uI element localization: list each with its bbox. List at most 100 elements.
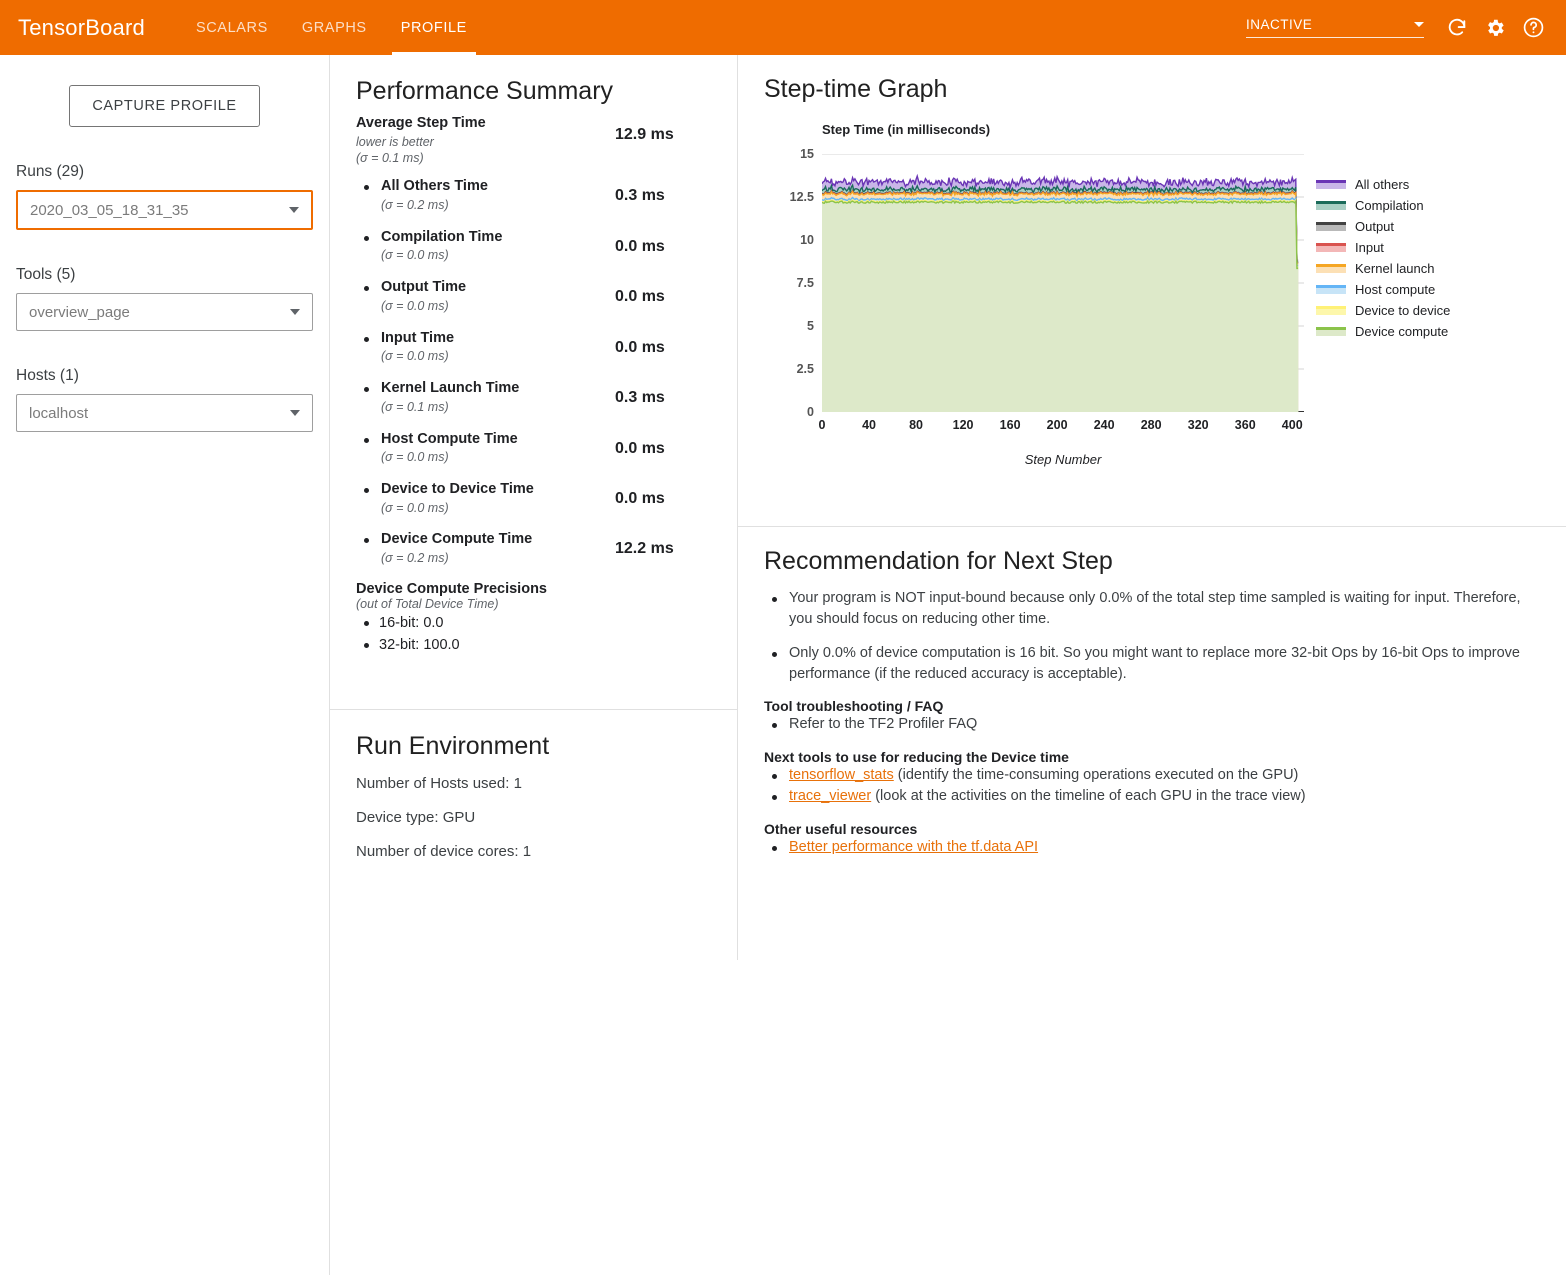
tensorflow-stats-link[interactable]: tensorflow_stats bbox=[789, 767, 894, 783]
recommendation-bullet: Only 0.0% of device computation is 16 bi… bbox=[764, 643, 1540, 684]
resources-list: Better performance with the tf.data API bbox=[764, 837, 1540, 858]
precision-item: 16-bit: 0.0 bbox=[356, 613, 711, 635]
tf-data-api-link[interactable]: Better performance with the tf.data API bbox=[789, 839, 1038, 855]
legend-swatch bbox=[1316, 264, 1346, 273]
tab-graphs[interactable]: GRAPHS bbox=[285, 0, 384, 55]
perf-item-label: Input Time bbox=[381, 329, 601, 349]
perf-item-sigma: (σ = 0.2 ms) bbox=[381, 197, 601, 214]
precision-32bit: 32-bit: 100.0 bbox=[379, 635, 460, 657]
next-tools-list: tensorflow_stats (identify the time-cons… bbox=[764, 765, 1540, 807]
perf-item-sigma: (σ = 0.2 ms) bbox=[381, 550, 601, 567]
run-environment-card: Run Environment Number of Hosts used: 1 … bbox=[330, 710, 737, 899]
perf-item-value: 0.0 ms bbox=[601, 430, 711, 458]
tab-scalars[interactable]: SCALARS bbox=[179, 0, 285, 55]
hosts-select[interactable]: localhost bbox=[16, 394, 313, 432]
bullet-icon bbox=[772, 723, 777, 728]
run-env-cores: Number of device cores: 1 bbox=[356, 843, 711, 860]
chart-ytick: 5 bbox=[807, 319, 814, 333]
chart-xtick: 280 bbox=[1141, 418, 1162, 432]
refresh-icon[interactable] bbox=[1440, 11, 1474, 45]
performance-summary-card: Performance Summary Average Step Time lo… bbox=[330, 55, 737, 710]
main-content: Performance Summary Average Step Time lo… bbox=[330, 55, 1566, 1275]
performance-breakdown-list: All Others Time (σ = 0.2 ms) 0.3 ms Comp… bbox=[356, 177, 711, 567]
average-step-time-hint: lower is better bbox=[356, 134, 601, 151]
hosts-label: Hosts (1) bbox=[16, 367, 313, 385]
chart-xtick: 40 bbox=[862, 418, 876, 432]
chart-xtick: 360 bbox=[1235, 418, 1256, 432]
run-env-device-type: Device type: GPU bbox=[356, 809, 711, 826]
perf-item-sigma: (σ = 0.0 ms) bbox=[381, 298, 601, 315]
perf-item-sigma: (σ = 0.0 ms) bbox=[381, 247, 601, 264]
legend-item[interactable]: Output bbox=[1316, 216, 1450, 237]
trace-viewer-link[interactable]: trace_viewer bbox=[789, 788, 871, 804]
header-actions: INACTIVE bbox=[1246, 11, 1566, 45]
perf-item-value: 0.0 ms bbox=[601, 329, 711, 357]
chart-xtick: 160 bbox=[1000, 418, 1021, 432]
run-env-hosts: Number of Hosts used: 1 bbox=[356, 775, 711, 792]
next-tool-desc: (identify the time-consuming operations … bbox=[894, 767, 1299, 783]
recommendation-card: Recommendation for Next Step Your progra… bbox=[738, 527, 1566, 960]
perf-item-label: Output Time bbox=[381, 278, 601, 298]
perf-item-value: 0.0 ms bbox=[601, 278, 711, 306]
legend-swatch bbox=[1316, 327, 1346, 336]
hosts-selected-value: localhost bbox=[29, 405, 88, 422]
runs-label: Runs (29) bbox=[16, 163, 313, 181]
chevron-down-icon bbox=[289, 207, 299, 213]
step-time-graph-card: Step-time Graph Step Time (in millisecon… bbox=[738, 55, 1566, 527]
perf-item-value: 0.0 ms bbox=[601, 480, 711, 508]
average-step-time-label: Average Step Time bbox=[356, 114, 601, 134]
recommendation-text: Only 0.0% of device computation is 16 bi… bbox=[789, 643, 1540, 684]
bullet-icon bbox=[364, 337, 369, 342]
run-status-select[interactable]: INACTIVE bbox=[1246, 17, 1424, 38]
average-step-time-value: 12.9 ms bbox=[601, 114, 711, 144]
legend-item[interactable]: Device compute bbox=[1316, 321, 1450, 342]
chart-plot-area[interactable]: 02.557.51012.515040801201602002402803203… bbox=[822, 154, 1304, 412]
perf-item: Input Time (σ = 0.0 ms) 0.0 ms bbox=[356, 329, 711, 365]
tab-profile[interactable]: PROFILE bbox=[384, 0, 484, 55]
chevron-down-icon bbox=[1414, 22, 1424, 27]
runs-selected-value: 2020_03_05_18_31_35 bbox=[30, 202, 189, 219]
hosts-field: Hosts (1) localhost bbox=[16, 367, 313, 432]
capture-profile-button[interactable]: CAPTURE PROFILE bbox=[69, 85, 259, 127]
legend-item[interactable]: Compilation bbox=[1316, 195, 1450, 216]
help-icon[interactable] bbox=[1516, 11, 1550, 45]
chart-xtick: 320 bbox=[1188, 418, 1209, 432]
legend-label: Compilation bbox=[1355, 198, 1424, 213]
precisions-title: Device Compute Precisions bbox=[356, 581, 711, 597]
right-column: Step-time Graph Step Time (in millisecon… bbox=[738, 55, 1566, 960]
chart-ytick: 15 bbox=[800, 147, 814, 161]
legend-item[interactable]: Input bbox=[1316, 237, 1450, 258]
step-time-graph-title: Step-time Graph bbox=[764, 75, 1540, 104]
legend-label: Device compute bbox=[1355, 324, 1448, 339]
legend-item[interactable]: Host compute bbox=[1316, 279, 1450, 300]
runs-select[interactable]: 2020_03_05_18_31_35 bbox=[16, 190, 313, 230]
left-column: Performance Summary Average Step Time lo… bbox=[330, 55, 738, 960]
perf-item-label: Kernel Launch Time bbox=[381, 379, 601, 399]
legend-item[interactable]: Kernel launch bbox=[1316, 258, 1450, 279]
chart-ytick: 7.5 bbox=[797, 276, 814, 290]
perf-item: All Others Time (σ = 0.2 ms) 0.3 ms bbox=[356, 177, 711, 213]
legend-label: Device to device bbox=[1355, 303, 1450, 318]
legend-swatch bbox=[1316, 180, 1346, 189]
chart-xtick: 120 bbox=[953, 418, 974, 432]
legend-label: Input bbox=[1355, 240, 1384, 255]
bullet-icon bbox=[772, 774, 777, 779]
chart-legend: All others Compilation Output Input Kernel l… bbox=[1316, 174, 1450, 342]
next-tool-item: tensorflow_stats (identify the time-cons… bbox=[764, 765, 1540, 786]
chart-title: Step Time (in milliseconds) bbox=[822, 122, 990, 137]
bullet-icon bbox=[364, 538, 369, 543]
chart-xlabel: Step Number bbox=[822, 452, 1304, 467]
settings-icon[interactable] bbox=[1478, 11, 1512, 45]
bullet-icon bbox=[364, 185, 369, 190]
tools-select[interactable]: overview_page bbox=[16, 293, 313, 331]
perf-item: Compilation Time (σ = 0.0 ms) 0.0 ms bbox=[356, 228, 711, 264]
perf-item-label: All Others Time bbox=[381, 177, 601, 197]
resources-heading: Other useful resources bbox=[764, 821, 1540, 837]
bullet-icon bbox=[364, 643, 369, 648]
precision-16bit: 16-bit: 0.0 bbox=[379, 613, 444, 635]
legend-item[interactable]: Device to device bbox=[1316, 300, 1450, 321]
perf-item-value: 0.3 ms bbox=[601, 379, 711, 407]
legend-item[interactable]: All others bbox=[1316, 174, 1450, 195]
perf-item-value: 0.0 ms bbox=[601, 228, 711, 256]
legend-swatch bbox=[1316, 222, 1346, 231]
